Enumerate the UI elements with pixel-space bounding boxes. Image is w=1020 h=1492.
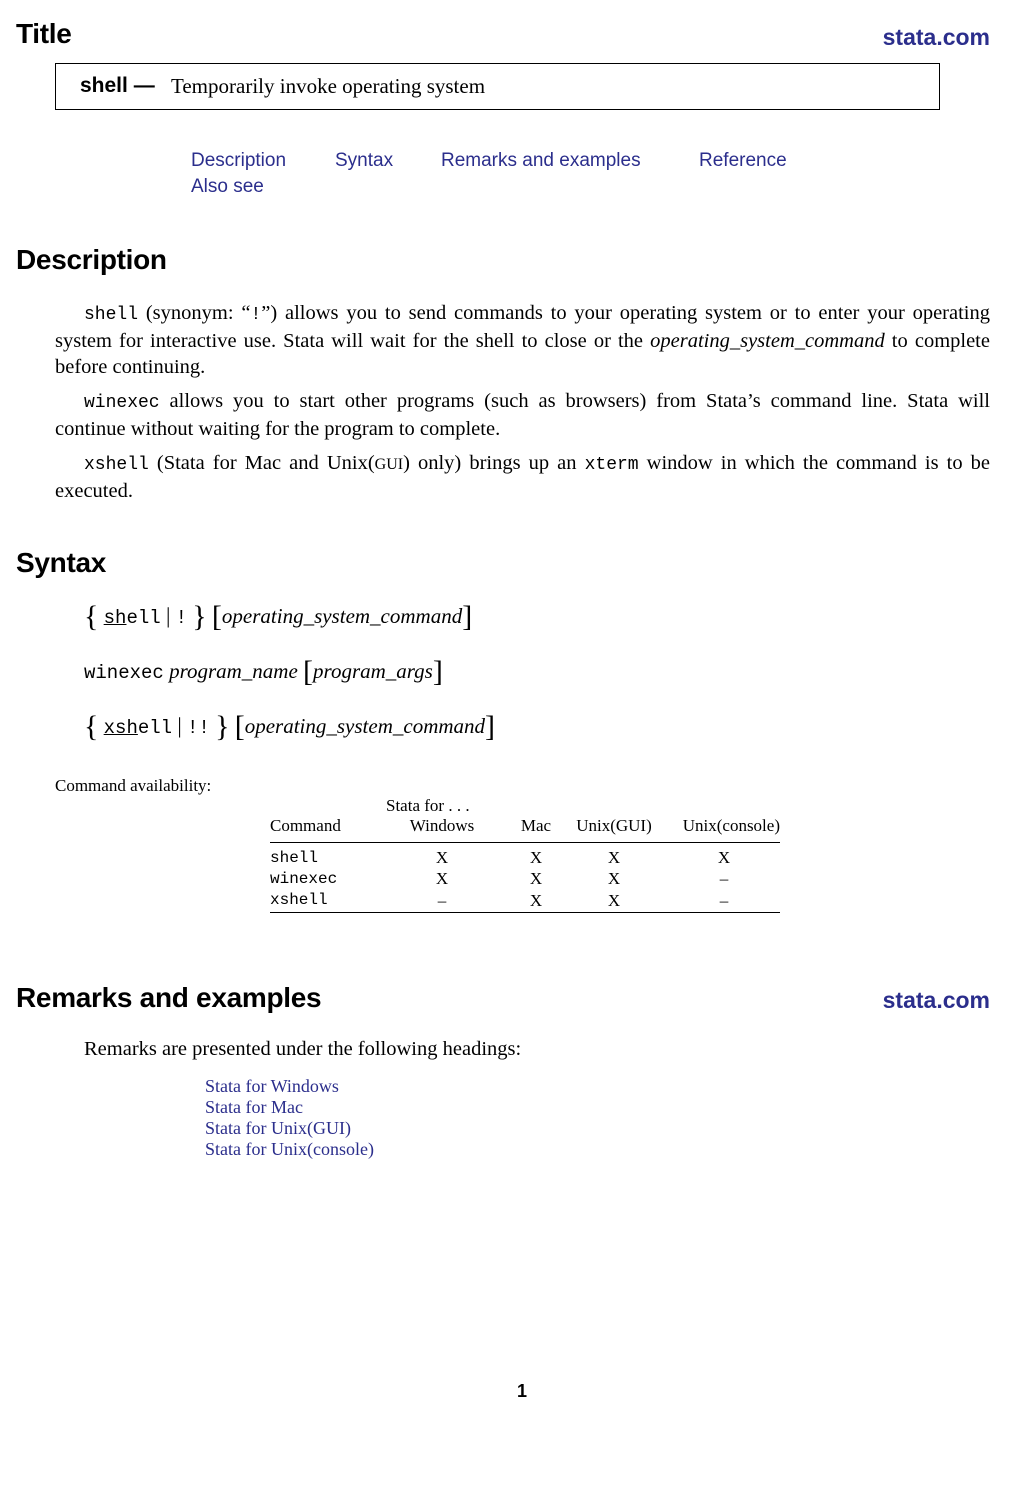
cmd-bang: ! xyxy=(175,607,187,629)
section-title-title: Title xyxy=(16,18,72,49)
section-title-description: Description xyxy=(16,244,167,275)
cell-value: X xyxy=(529,890,543,910)
remarks-heading-link[interactable]: Stata for Windows xyxy=(205,1076,339,1097)
cmd-xterm: xterm xyxy=(584,455,639,475)
syntax-line-xshell: { xshell | !! } [operating_system_comman… xyxy=(84,710,495,744)
cell-value: – xyxy=(437,890,447,910)
column-header-windows: Windows xyxy=(409,816,475,835)
column-header-command: Command xyxy=(270,816,341,835)
cell-value: – xyxy=(719,890,729,910)
separator: | xyxy=(165,603,171,628)
cell-value: – xyxy=(719,868,729,888)
description-paragraph-shell: shell (synonym: “!”) allows you to send … xyxy=(55,300,990,380)
section-title-syntax: Syntax xyxy=(16,547,107,578)
nav-link-description[interactable]: Description xyxy=(191,150,286,172)
brace-open: { xyxy=(84,600,99,633)
title-box: shell — Temporarily invoke operating sys… xyxy=(55,63,940,110)
syntax-line-winexec: winexec program_name [program_args] xyxy=(84,655,443,689)
cell-value: X xyxy=(607,868,621,888)
page-number: 1 xyxy=(516,1381,527,1401)
cell-value: X xyxy=(529,847,543,867)
bracket-open: [ xyxy=(211,600,222,633)
table-header-row: Command Windows Mac Unix(GUI) Unix(conso… xyxy=(270,816,780,843)
nav-link-remarks-and-examples[interactable]: Remarks and examples xyxy=(441,150,641,172)
description-paragraph-xshell: xshell (Stata for Mac and Unix(GUI) only… xyxy=(55,450,990,504)
cell-value: X xyxy=(607,890,621,910)
remarks-heading-link[interactable]: Stata for Unix(console) xyxy=(205,1139,374,1160)
remarks-heading-link[interactable]: Stata for Unix(GUI) xyxy=(205,1118,351,1139)
nav-link-also-see[interactable]: Also see xyxy=(191,176,264,198)
nav-link-reference[interactable]: Reference xyxy=(699,150,787,172)
arg-operating-system-command: operating_system_command xyxy=(650,330,885,352)
text: allows you to start other programs (such… xyxy=(55,390,990,440)
cmd-shell-rest: ell xyxy=(126,607,161,629)
cmd-xshell-abbrev: xsh xyxy=(103,717,138,739)
text: ) only) brings up an xyxy=(403,452,585,474)
text: (Stata for Mac and Unix( xyxy=(148,452,375,474)
availability-label: Command availability: xyxy=(55,776,212,795)
table-row: winexec X X X – xyxy=(270,868,780,889)
group-header: Stata for . . . xyxy=(386,795,470,815)
cell-value: X xyxy=(435,868,449,888)
cell-command: xshell xyxy=(270,890,328,909)
column-header-mac: Mac xyxy=(520,816,552,835)
cell-value: X xyxy=(717,847,731,867)
column-header-unix-console: Unix(console) xyxy=(682,816,780,835)
section-title-remarks: Remarks and examples xyxy=(16,982,322,1013)
table-group-header-row: Stata for . . . xyxy=(270,795,780,816)
cmd-winexec: winexec xyxy=(84,662,164,684)
cell-command: winexec xyxy=(270,869,338,888)
bracket-close: ] xyxy=(462,600,473,633)
cmd-shell: shell xyxy=(84,305,139,325)
syntax-line-shell: { shell | ! } [operating_system_command] xyxy=(84,600,472,634)
cell-value: X xyxy=(607,847,621,867)
remarks-heading-link[interactable]: Stata for Mac xyxy=(205,1097,303,1118)
cell-command: shell xyxy=(270,848,319,867)
bracket-open: [ xyxy=(234,710,245,743)
cmd-xshell: xshell xyxy=(84,455,149,475)
brace-close: } xyxy=(215,710,230,743)
arg-program-name: program_name xyxy=(169,659,298,683)
cell-value: X xyxy=(529,868,543,888)
bracket-open: [ xyxy=(303,655,314,688)
cell-value: X xyxy=(435,847,449,867)
text-gui: GUI xyxy=(374,456,404,473)
bracket-close: ] xyxy=(432,655,443,688)
stata-com-link[interactable]: stata.com xyxy=(883,24,990,51)
bracket-close: ] xyxy=(485,710,496,743)
remarks-intro: Remarks are presented under the followin… xyxy=(84,1038,522,1060)
cmd-bang: ! xyxy=(250,305,262,325)
arg-operating-system-command: operating_system_command xyxy=(244,714,486,738)
cmd-shell-abbrev: sh xyxy=(103,607,127,629)
arg-operating-system-command: operating_system_command xyxy=(221,604,463,628)
cmd-double-bang: !! xyxy=(187,717,210,739)
brace-close: } xyxy=(192,600,207,633)
arg-program-args: program_args xyxy=(313,659,433,683)
availability-table: Stata for . . . Command Windows Mac Unix… xyxy=(270,795,780,913)
cmd-winexec: winexec xyxy=(84,393,160,413)
separator: | xyxy=(177,713,182,738)
title-command: shell — xyxy=(80,74,155,97)
table-row: shell X X X X xyxy=(270,843,780,869)
cmd-xshell-rest: ell xyxy=(137,717,173,739)
column-header-unix-gui: Unix(GUI) xyxy=(576,816,652,835)
description-paragraph-winexec: winexec allows you to start other progra… xyxy=(55,388,990,442)
text: (synonym: “ xyxy=(138,302,251,324)
title-description: Temporarily invoke operating system xyxy=(171,74,486,98)
table-row: xshell – X X – xyxy=(270,889,780,913)
stata-com-link-remarks[interactable]: stata.com xyxy=(883,987,990,1014)
nav-link-syntax[interactable]: Syntax xyxy=(335,150,393,172)
brace-open: { xyxy=(84,710,99,743)
